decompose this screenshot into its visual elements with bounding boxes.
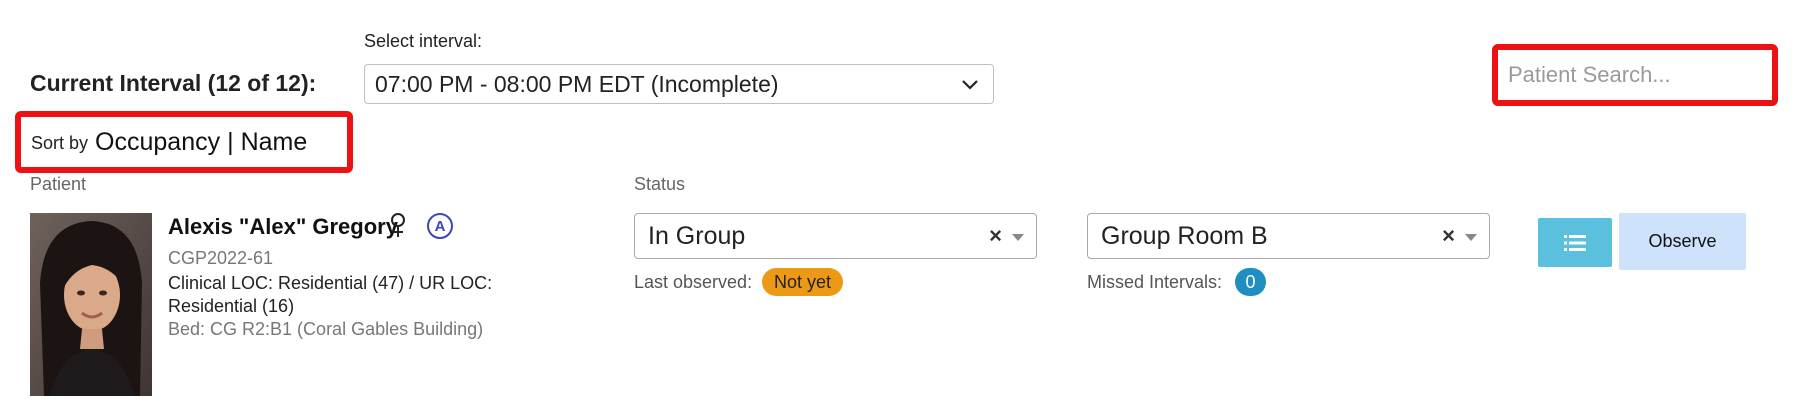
status-select[interactable]: In Group × [634,213,1037,259]
caret-down-icon [1012,234,1024,241]
last-observed-badge: Not yet [762,268,844,296]
sort-by-label: Sort by [31,133,89,153]
patient-id: CGP2022-61 [168,248,274,268]
patient-column-header: Patient [30,174,87,194]
missed-intervals-badge: 0 [1235,268,1266,296]
interval-select-value: 07:00 PM - 08:00 PM EDT (Incomplete) [375,70,779,97]
sort-by-box: Sort by Occupancy | Name [15,111,353,173]
observe-button[interactable]: Observe [1619,213,1746,270]
missed-intervals-label: Missed Intervals: [1087,272,1223,292]
patient-loc: Clinical LOC: Residential (47) / UR LOC:… [168,273,493,316]
current-interval-label: Current Interval (12 of 12): [30,70,317,96]
location-select[interactable]: Group Room B × [1087,213,1490,259]
clear-status-icon[interactable]: × [989,223,1002,249]
patient-photo [30,213,152,396]
patient-search-box [1492,44,1778,106]
interval-select[interactable]: 07:00 PM - 08:00 PM EDT (Incomplete) [364,64,994,104]
location-select-value: Group Room B [1101,221,1268,250]
select-interval-label: Select interval: [364,31,483,51]
patient-bed: Bed: CG R2:B1 (Coral Gables Building) [168,319,484,339]
clear-location-icon[interactable]: × [1442,223,1455,249]
acuity-a-icon: A [427,213,453,239]
status-select-value: In Group [648,221,746,250]
patient-name[interactable]: Alexis "Alex" Gregory [168,214,398,240]
status-column-header: Status [634,174,686,194]
chevron-down-icon [962,80,978,90]
last-observed-label: Last observed: [634,272,753,292]
patient-search-input[interactable] [1508,50,1772,100]
female-icon [391,213,405,237]
list-icon [1564,234,1586,251]
sort-name-link[interactable]: Name [241,128,308,157]
sort-occupancy-link[interactable]: Occupancy [95,128,220,157]
sort-separator: | [227,127,234,156]
caret-down-icon [1465,234,1477,241]
list-button[interactable] [1538,218,1612,267]
